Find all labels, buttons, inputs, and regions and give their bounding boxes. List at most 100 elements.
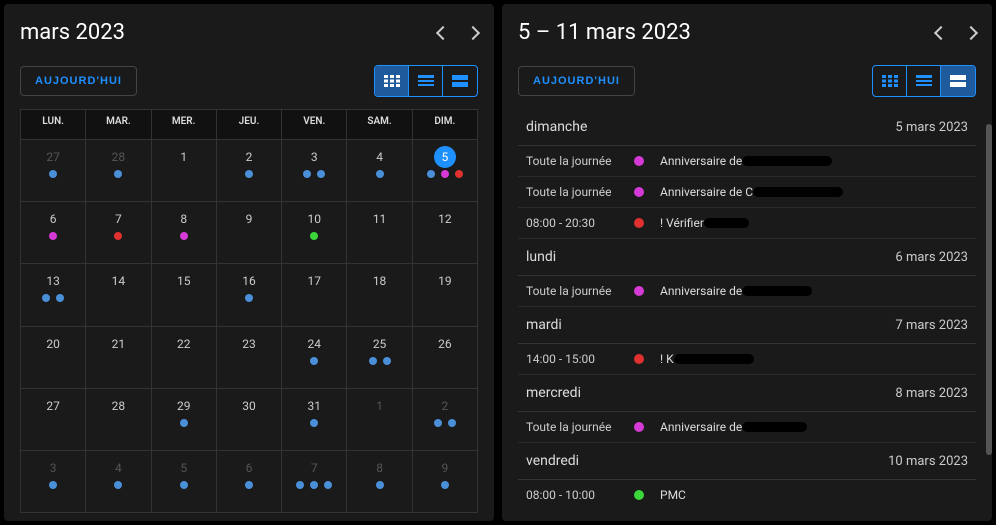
calendar-day-cell[interactable]: 3	[21, 451, 86, 513]
event-dots	[27, 232, 79, 240]
calendar-day-cell[interactable]: 7	[282, 451, 347, 513]
calendar-day-cell[interactable]: 12	[413, 202, 478, 264]
scrollbar[interactable]	[984, 124, 992, 513]
calendar-day-cell[interactable]: 22	[152, 327, 217, 389]
calendar-day-cell[interactable]: 4	[347, 140, 412, 202]
calendar-day-cell[interactable]: 2	[413, 389, 478, 451]
event-dots	[92, 232, 144, 240]
calendar-day-cell[interactable]: 26	[413, 327, 478, 389]
event-dots	[353, 481, 405, 489]
agenda-event[interactable]: 08:00 - 10:00 PMC	[518, 480, 976, 510]
today-button[interactable]: AUJOURD'HUI	[20, 66, 137, 96]
calendar-day-cell[interactable]: 17	[282, 264, 347, 326]
calendar-day-cell[interactable]: 9	[217, 202, 282, 264]
calendar-day-cell[interactable]: 4	[86, 451, 151, 513]
agenda-event[interactable]: Toute la journéeAnniversaire de	[518, 146, 976, 177]
calendar-day-cell[interactable]: 28	[86, 140, 151, 202]
calendar-day-cell[interactable]: 2	[217, 140, 282, 202]
weekday-header: DIM.	[413, 110, 478, 140]
event-dot	[180, 232, 188, 240]
prev-month-button[interactable]	[436, 25, 450, 39]
event-dots	[223, 481, 275, 489]
agenda-event[interactable]: Toute la journéeAnniversaire de	[518, 412, 976, 443]
calendar-day-cell[interactable]: 29	[152, 389, 217, 451]
event-title: Anniversaire de	[660, 420, 742, 434]
calendar-day-cell[interactable]: 23	[217, 327, 282, 389]
calendar-day-cell[interactable]: 21	[86, 327, 151, 389]
event-dot	[317, 170, 325, 178]
event-time: 08:00 - 20:30	[526, 216, 634, 230]
calendar-day-cell[interactable]: 28	[86, 389, 151, 451]
calendar-day-cell[interactable]: 30	[217, 389, 282, 451]
calendar-day-cell[interactable]: 20	[21, 327, 86, 389]
agenda-view-toggles	[872, 65, 976, 97]
view-toggle-agenda-compact[interactable]	[409, 66, 443, 96]
calendar-day-cell[interactable]: 31	[282, 389, 347, 451]
day-number: 30	[238, 395, 260, 417]
calendar-day-cell[interactable]: 10	[282, 202, 347, 264]
scrollbar-thumb[interactable]	[986, 124, 992, 455]
prev-week-button[interactable]	[934, 25, 948, 39]
agenda-event[interactable]: Toute la journéeAnniversaire de	[518, 276, 976, 307]
event-dot	[180, 419, 188, 427]
calendar-day-cell[interactable]: 25	[347, 327, 412, 389]
calendar-day-cell[interactable]: 14	[86, 264, 151, 326]
event-dot	[455, 170, 463, 178]
calendar-day-cell[interactable]: 19	[413, 264, 478, 326]
day-number: 4	[107, 457, 129, 479]
event-dots	[288, 419, 340, 427]
agenda-day-header: lundi6 mars 2023	[518, 239, 976, 276]
calendar-day-cell[interactable]: 27	[21, 389, 86, 451]
day-number: 26	[434, 333, 456, 355]
agenda-list[interactable]: dimanche5 mars 2023Toute la journéeAnniv…	[518, 109, 976, 513]
event-time: 08:00 - 10:00	[526, 488, 634, 502]
event-dot	[441, 481, 449, 489]
calendar-day-cell[interactable]: 1	[347, 389, 412, 451]
agenda-panel: 5 – 11 mars 2023 AUJOURD'HUI dimanche5 m…	[502, 4, 992, 521]
calendar-day-cell[interactable]: 1	[152, 140, 217, 202]
agenda-event[interactable]: 08:00 - 20:30! Vérifier	[518, 208, 976, 239]
event-dot	[180, 481, 188, 489]
calendar-day-cell[interactable]: 27	[21, 140, 86, 202]
view-toggle-agenda-list[interactable]	[941, 66, 975, 96]
next-month-button[interactable]	[466, 25, 480, 39]
today-button[interactable]: AUJOURD'HUI	[518, 66, 635, 96]
event-dot	[42, 294, 50, 302]
calendar-day-cell[interactable]: 8	[152, 202, 217, 264]
event-color-dot	[634, 218, 644, 228]
day-number: 22	[173, 333, 195, 355]
redacted-text	[753, 187, 843, 197]
calendar-day-cell[interactable]: 5	[152, 451, 217, 513]
calendar-day-cell[interactable]: 9	[413, 451, 478, 513]
event-dot	[49, 170, 57, 178]
event-dots	[288, 232, 340, 240]
event-title: PMC	[660, 488, 686, 502]
view-toggle-month-grid[interactable]	[873, 66, 907, 96]
calendar-day-cell[interactable]: 13	[21, 264, 86, 326]
calendar-day-cell[interactable]: 11	[347, 202, 412, 264]
day-number: 5	[434, 146, 456, 168]
calendar-day-cell[interactable]: 18	[347, 264, 412, 326]
view-toggle-month-grid[interactable]	[375, 66, 409, 96]
calendar-day-cell[interactable]: 5	[413, 140, 478, 202]
agenda-event[interactable]: 14:00 - 15:00! K	[518, 344, 976, 375]
calendar-day-cell[interactable]: 6	[21, 202, 86, 264]
calendar-day-cell[interactable]: 15	[152, 264, 217, 326]
next-week-button[interactable]	[964, 25, 978, 39]
calendar-day-cell[interactable]: 24	[282, 327, 347, 389]
day-number: 6	[238, 457, 260, 479]
calendar-day-cell[interactable]: 8	[347, 451, 412, 513]
view-toggle-agenda-compact[interactable]	[907, 66, 941, 96]
calendar-day-cell[interactable]: 3	[282, 140, 347, 202]
month-title: mars 2023	[20, 20, 125, 45]
day-number: 7	[107, 208, 129, 230]
event-color-dot	[634, 490, 644, 500]
event-title: Anniversaire de C	[660, 185, 753, 199]
weekday-header: MER.	[152, 110, 217, 140]
agenda-event[interactable]: Toute la journéeAnniversaire de C	[518, 177, 976, 208]
calendar-day-cell[interactable]: 7	[86, 202, 151, 264]
calendar-day-cell[interactable]: 16	[217, 264, 282, 326]
view-toggle-agenda-list[interactable]	[443, 66, 477, 96]
calendar-day-cell[interactable]: 6	[217, 451, 282, 513]
day-number: 16	[238, 270, 260, 292]
